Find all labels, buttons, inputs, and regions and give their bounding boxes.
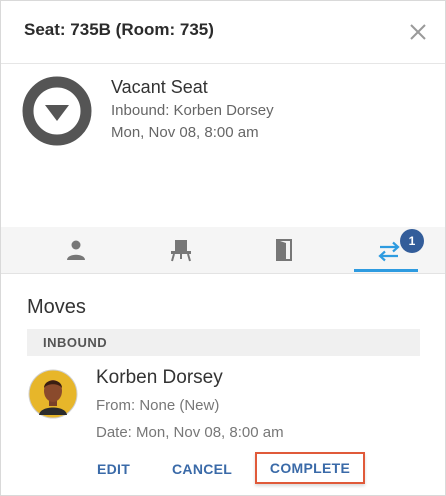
close-icon: [410, 24, 426, 40]
moves-heading: Moves: [27, 296, 86, 318]
moves-icon: [378, 241, 400, 262]
person-icon: [67, 240, 85, 260]
person-name: Korben Dorsey: [96, 367, 223, 388]
panel-header: Seat: 735B (Room: 735): [1, 1, 445, 64]
seat-status: Vacant Seat: [111, 77, 208, 97]
tab-person[interactable]: [21, 227, 131, 273]
inbound-section-header: INBOUND: [27, 329, 420, 356]
panel-title: Seat: 735B (Room: 735): [24, 20, 214, 39]
tab-bar: [1, 227, 445, 274]
seat-inbound: Inbound: Korben Dorsey: [111, 102, 274, 119]
close-button[interactable]: [403, 17, 433, 47]
complete-button[interactable]: COMPLETE: [255, 452, 365, 484]
avatar: [28, 369, 78, 419]
moves-count-badge: 1: [400, 229, 424, 253]
move-date: Date: Mon, Nov 08, 8:00 am: [96, 424, 284, 441]
seat-detail-panel: Seat: 735B (Room: 735) Vacant Seat Inbou…: [0, 0, 446, 496]
tab-door[interactable]: [229, 227, 339, 273]
move-from: From: None (New): [96, 397, 220, 414]
inbound-label: INBOUND: [43, 335, 108, 350]
tab-seat[interactable]: [126, 227, 236, 273]
active-tab-indicator: [354, 269, 418, 272]
edit-button[interactable]: EDIT: [97, 461, 130, 477]
seat-datetime: Mon, Nov 08, 8:00 am: [111, 124, 259, 141]
cancel-button[interactable]: CANCEL: [172, 461, 232, 477]
tab-moves[interactable]: [333, 227, 443, 273]
vacant-seat-icon: [22, 76, 92, 146]
seat-icon: [171, 240, 191, 262]
door-icon: [276, 239, 292, 261]
